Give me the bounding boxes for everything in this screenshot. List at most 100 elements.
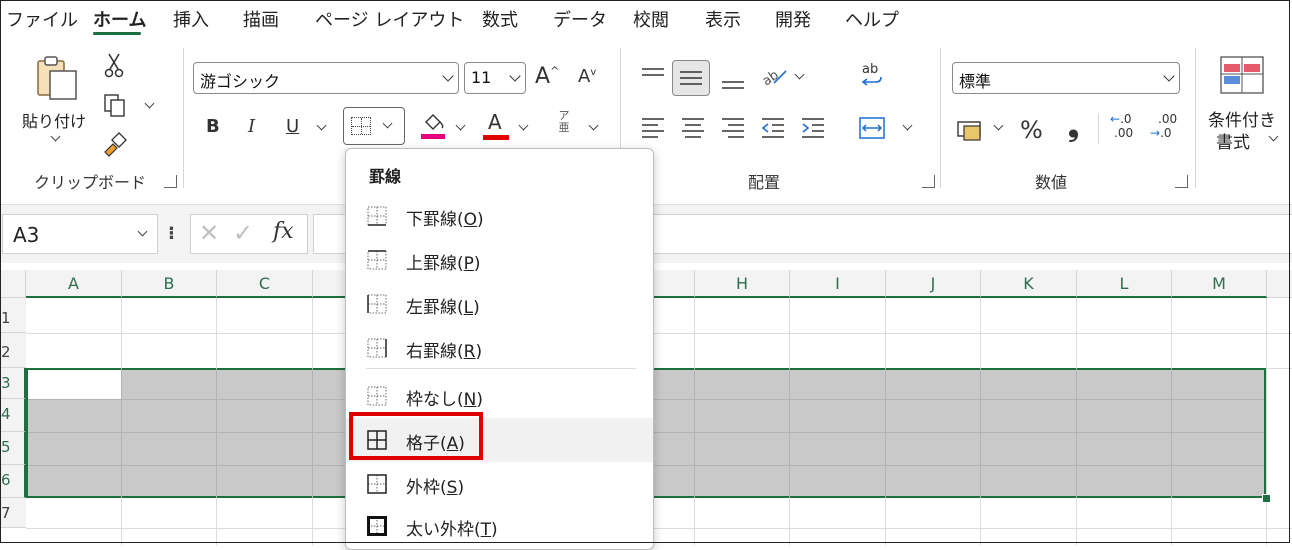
wrap-text-icon[interactable]: ab xyxy=(858,60,886,92)
italic-button[interactable]: I xyxy=(248,116,255,137)
underline-chevron-icon[interactable] xyxy=(316,120,327,131)
number-launcher-icon[interactable] xyxy=(1175,175,1188,188)
select-all-button[interactable] xyxy=(0,270,26,298)
column-header-l[interactable]: L xyxy=(1077,270,1172,298)
align-middle-button[interactable] xyxy=(672,60,710,96)
no-border-icon xyxy=(367,386,387,406)
font-size-select[interactable]: 11 xyxy=(464,62,526,94)
chevron-down-icon xyxy=(1163,70,1175,82)
format-painter-icon[interactable] xyxy=(102,132,128,158)
insert-function-button[interactable]: fx xyxy=(273,219,294,244)
menu-item-thick-outside-borders[interactable]: 太い外枠(T) xyxy=(346,504,653,548)
align-left-icon[interactable] xyxy=(640,116,666,138)
tab-help[interactable]: ヘルプ xyxy=(845,6,899,32)
tab-file[interactable]: ファイル xyxy=(6,6,78,32)
enter-icon[interactable]: ✓ xyxy=(233,219,253,247)
phonetic-button[interactable]: ア 亜 xyxy=(553,110,575,140)
column-header-c[interactable]: C xyxy=(217,270,313,298)
column-header-overflow xyxy=(1267,270,1292,298)
increase-decimal-button[interactable]: ←.0 .00 xyxy=(1110,112,1140,144)
font-name-select[interactable]: 游ゴシック xyxy=(193,62,459,94)
align-center-icon[interactable] xyxy=(680,116,706,138)
accounting-chevron-icon[interactable] xyxy=(993,120,1004,131)
grid-line xyxy=(26,333,1292,334)
menu-item-bottom-border[interactable]: 下罫線(O) xyxy=(346,194,653,238)
align-right-icon[interactable] xyxy=(720,116,746,138)
borders-button[interactable] xyxy=(343,107,405,145)
selection-grid-line xyxy=(312,368,313,498)
name-box[interactable]: A3 xyxy=(2,214,158,254)
menu-item-top-border[interactable]: 上罫線(P) xyxy=(346,238,653,282)
fill-color-chevron-icon[interactable] xyxy=(455,120,466,131)
menu-item-left-border[interactable]: 左罫線(L) xyxy=(346,282,653,326)
tab-draw[interactable]: 描画 xyxy=(243,6,279,32)
underline-button[interactable]: U xyxy=(286,116,299,137)
increase-indent-icon[interactable] xyxy=(800,116,826,138)
row-header-1[interactable]: 1 xyxy=(0,298,26,333)
column-header-k[interactable]: K xyxy=(981,270,1077,298)
selection-grid-line xyxy=(980,368,981,498)
align-bottom-icon[interactable] xyxy=(720,72,746,94)
row-header-3[interactable]: 3 xyxy=(0,368,26,399)
tab-page-layout[interactable]: ページ レイアウト xyxy=(315,6,464,32)
alignment-launcher-icon[interactable] xyxy=(922,175,935,188)
decrease-indent-icon[interactable] xyxy=(760,116,786,138)
align-top-icon[interactable] xyxy=(640,66,666,88)
formula-buttons: ✕ ✓ fx xyxy=(190,214,308,254)
tab-review[interactable]: 校閲 xyxy=(633,6,669,32)
tab-view[interactable]: 表示 xyxy=(705,6,741,32)
row-header-4[interactable]: 4 xyxy=(0,399,26,432)
comma-button[interactable]: ❟ xyxy=(1068,110,1079,144)
row-header-7[interactable]: 7 xyxy=(0,498,26,528)
tab-insert[interactable]: 挿入 xyxy=(173,6,209,32)
copy-chevron-icon[interactable] xyxy=(144,98,155,109)
column-header-a[interactable]: A xyxy=(26,270,122,298)
accounting-format-icon[interactable] xyxy=(956,118,984,142)
fill-color-icon[interactable] xyxy=(420,112,446,142)
grow-font-button[interactable]: A^ xyxy=(535,64,559,89)
percent-button[interactable]: % xyxy=(1020,116,1043,144)
paste-button[interactable]: 貼り付け xyxy=(22,53,92,153)
left-border-icon xyxy=(367,294,387,314)
highlight-annotation-box xyxy=(349,412,483,460)
shrink-font-button[interactable]: Av xyxy=(578,66,596,87)
selection-grid-line xyxy=(789,368,790,498)
orientation-chevron-icon[interactable] xyxy=(794,69,805,80)
phonetic-chevron-icon[interactable] xyxy=(588,120,599,131)
font-color-chevron-icon[interactable] xyxy=(518,120,529,131)
thick-outside-borders-icon xyxy=(367,516,387,536)
row-header-5[interactable]: 5 xyxy=(0,432,26,465)
column-header-i[interactable]: I xyxy=(790,270,886,298)
conditional-formatting-button[interactable]: 条件付き 書式 xyxy=(1200,52,1288,162)
active-cell-a3[interactable] xyxy=(28,370,121,399)
fill-handle[interactable] xyxy=(1262,494,1271,503)
decrease-decimal-button[interactable]: .00 →.0 xyxy=(1150,112,1180,144)
row-header-2[interactable]: 2 xyxy=(0,333,26,368)
number-format-select[interactable]: 標準 xyxy=(952,62,1180,94)
menu-item-right-border[interactable]: 右罫線(R) xyxy=(346,326,653,370)
merge-chevron-icon[interactable] xyxy=(902,120,913,131)
tab-home[interactable]: ホーム xyxy=(93,6,146,32)
paste-label: 貼り付け xyxy=(22,112,87,131)
merge-center-icon[interactable] xyxy=(858,116,886,140)
column-header-j[interactable]: J xyxy=(886,270,981,298)
tab-data[interactable]: データ xyxy=(553,6,607,32)
cancel-icon[interactable]: ✕ xyxy=(199,219,219,247)
column-header-h[interactable]: H xyxy=(695,270,790,298)
menu-item-outside-borders[interactable]: 外枠(S) xyxy=(346,462,653,506)
tab-formulas[interactable]: 数式 xyxy=(482,6,518,32)
bold-button[interactable]: B xyxy=(206,116,220,137)
cut-icon[interactable] xyxy=(103,52,125,78)
more-options-icon[interactable]: ⁝ xyxy=(168,223,175,244)
row-header-6[interactable]: 6 xyxy=(0,465,26,498)
font-color-button[interactable]: A xyxy=(483,108,509,142)
selection-grid-line xyxy=(694,368,695,498)
number-group-label: 数値 xyxy=(1035,173,1068,192)
clipboard-launcher-icon[interactable] xyxy=(164,175,177,188)
tab-developer[interactable]: 開発 xyxy=(775,6,811,32)
menu-item-label: 外枠(S) xyxy=(406,478,465,498)
column-header-m[interactable]: M xyxy=(1172,270,1267,298)
orientation-icon[interactable]: ab xyxy=(760,63,790,89)
column-header-b[interactable]: B xyxy=(122,270,217,298)
copy-icon[interactable] xyxy=(103,93,127,119)
